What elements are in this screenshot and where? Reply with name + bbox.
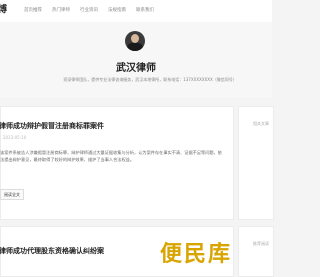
sidebar-label: 推荐阅读 [253,241,269,246]
sidebar-label: 相关文章 [253,121,269,126]
profile-header: 武汉律师 资深律师团队，提供专业法律咨询服务，武汉本地律所，联系电话：137XX… [0,22,272,98]
nav-item-guides[interactable]: 法规指南 [108,7,136,13]
page-title: 武汉律师 [116,63,156,74]
top-nav-bar: 博 首页推荐 热门律师 行业资讯 法规指南 联系我们 [0,0,272,23]
sidebar-widget: 相关文章 [238,106,274,220]
avatar [125,31,145,51]
avatar-body [127,43,143,51]
article-date: 2023-05-10 [3,135,27,140]
watermark-logo: 便民库 [159,242,232,267]
nav-item-news[interactable]: 行业资讯 [80,7,108,13]
nav-item-contact[interactable]: 联系我们 [136,7,164,13]
article-excerpt: 该案件系被告人涉嫌假冒注册商标罪，辩护律师通过大量证据收集与分析，认为案件存在事… [0,150,222,162]
article-card: 律师成功辩护假冒注册商标罪案件 2023-05-10 该案件系被告人涉嫌假冒注册… [0,106,234,220]
site-logo[interactable]: 博 [0,2,8,15]
avatar-head [131,34,139,43]
nav-item-home[interactable]: 首页推荐 [24,7,52,13]
profile-description: 资深律师团队，提供专业法律咨询服务，武汉本地律所，联系电话：137XXXXXXX… [63,77,237,82]
article-title[interactable]: 律师成功辩护假冒注册商标罪案件 [0,121,104,131]
sidebar-widget: 推荐阅读 [238,226,274,277]
main-nav: 首页推荐 热门律师 行业资讯 法规指南 联系我们 [24,7,164,13]
article-title[interactable]: 律师成功代理股东资格确认纠纷案 [0,246,104,256]
read-more-button[interactable]: 阅读全文 [0,189,24,200]
nav-item-lawyers[interactable]: 热门律师 [52,7,80,13]
